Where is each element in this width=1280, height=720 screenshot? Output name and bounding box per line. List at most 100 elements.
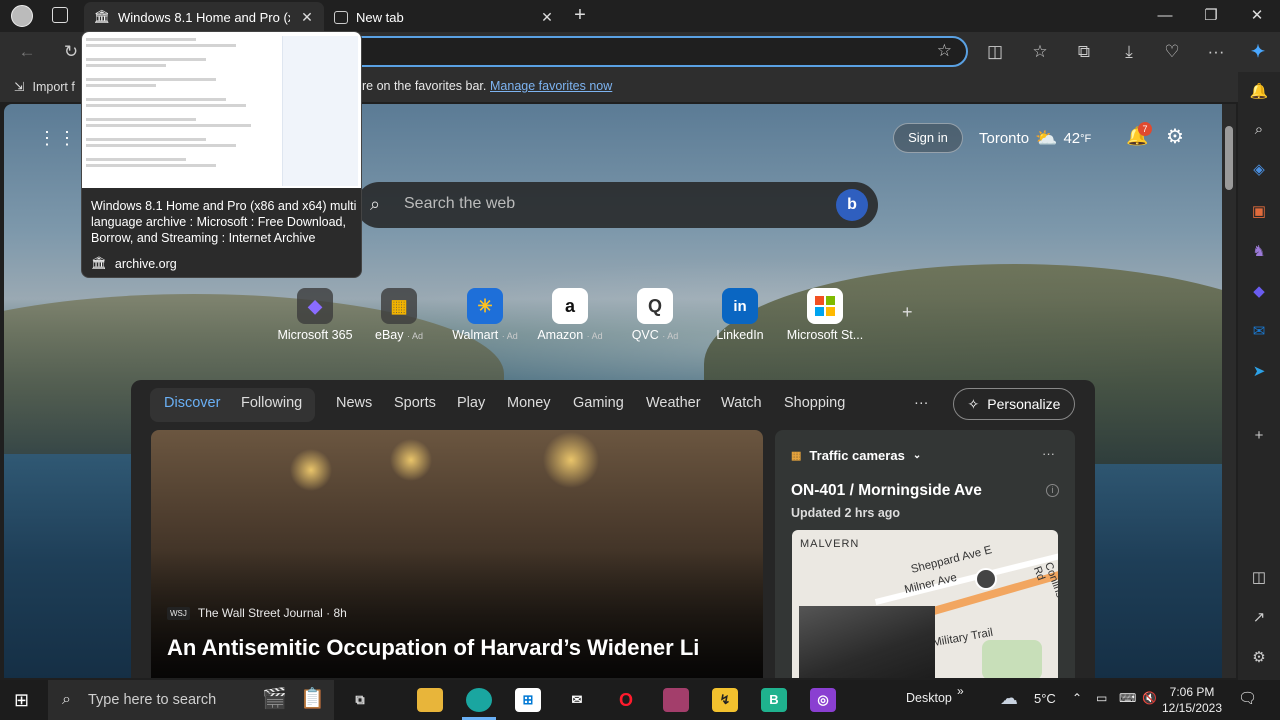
- feed-more-button[interactable]: ···: [914, 395, 929, 411]
- quick-link-microsoft-365[interactable]: ◆ Microsoft 365: [270, 288, 360, 342]
- taskbar-weather-temp[interactable]: 5°C: [1034, 691, 1056, 706]
- cloud-weather-icon[interactable]: ☁: [1000, 688, 1018, 709]
- microsoft-365-icon: ◆: [297, 288, 333, 324]
- camera-marker-icon[interactable]: [975, 568, 997, 590]
- split-screen-icon[interactable]: ◫: [980, 38, 1010, 66]
- copilot-icon[interactable]: ✦: [1243, 38, 1273, 66]
- downloads-icon[interactable]: ⤓: [1114, 38, 1144, 66]
- collections-icon[interactable]: ⧉: [1069, 38, 1099, 66]
- sign-in-button[interactable]: Sign in: [893, 123, 963, 153]
- profile-avatar[interactable]: [11, 5, 33, 27]
- bing-chat-icon[interactable]: b: [836, 189, 868, 221]
- settings-more-icon[interactable]: ···: [1201, 38, 1231, 66]
- file-explorer-icon[interactable]: [417, 688, 443, 712]
- traffic-card-title: Traffic cameras: [809, 448, 905, 463]
- thumbnail-line: [86, 64, 166, 67]
- traffic-camera-card[interactable]: ▦ Traffic cameras ⌄ ··· ON-401 / Morning…: [775, 430, 1075, 678]
- article-headline[interactable]: An Antisemitic Occupation of Harvard’s W…: [167, 635, 699, 661]
- games-icon[interactable]: ♞: [1247, 240, 1271, 264]
- drop-icon[interactable]: ➤: [1247, 360, 1271, 384]
- close-tab-icon[interactable]: ✕: [298, 8, 316, 26]
- quick-link-linkedin[interactable]: in LinkedIn: [695, 288, 785, 342]
- taskbar-search-box[interactable]: ⌕ Type here to search 🎬 📋: [48, 680, 334, 720]
- quick-link-walmart[interactable]: ✳ Walmart · Ad: [440, 288, 530, 342]
- info-icon[interactable]: i: [1046, 484, 1059, 497]
- amazon-icon: a: [552, 288, 588, 324]
- minimize-button[interactable]: —: [1142, 0, 1188, 32]
- tab-shopping[interactable]: Shopping: [784, 395, 845, 411]
- microsoft-365-icon[interactable]: ◆: [1247, 280, 1271, 304]
- quick-link-amazon[interactable]: a Amazon · Ad: [525, 288, 615, 342]
- import-favorites-button[interactable]: ⇲ Import f: [14, 79, 75, 95]
- sidebar-settings-icon[interactable]: ⚙: [1247, 646, 1271, 670]
- tab-sports[interactable]: Sports: [394, 395, 436, 411]
- tab-watch[interactable]: Watch: [721, 395, 762, 411]
- card-more-icon[interactable]: ···: [1042, 446, 1055, 461]
- desktop-toolbar-label[interactable]: Desktop: [906, 691, 952, 705]
- tab-news[interactable]: News: [336, 395, 372, 411]
- page-scrollbar[interactable]: [1222, 104, 1236, 678]
- tab-new-tab[interactable]: New tab ✕: [324, 2, 564, 32]
- taskbar-clock[interactable]: 7:06 PM 12/15/2023: [1160, 684, 1224, 716]
- shopping-tag-icon[interactable]: ◈: [1247, 158, 1271, 182]
- quick-link-ebay[interactable]: ▦ eBay · Ad: [354, 288, 444, 342]
- tab-weather[interactable]: Weather: [646, 395, 701, 411]
- camera-snapshot[interactable]: [799, 606, 935, 678]
- app-icon[interactable]: ◎: [810, 688, 836, 712]
- tab-money[interactable]: Money: [507, 395, 551, 411]
- toolbar-expand-icon[interactable]: »: [957, 684, 964, 698]
- tab-gaming[interactable]: Gaming: [573, 395, 624, 411]
- tab-following[interactable]: Following: [241, 395, 302, 411]
- close-tab-icon[interactable]: ✕: [538, 8, 556, 26]
- mail-icon[interactable]: ✉: [564, 688, 590, 712]
- edge-icon[interactable]: [466, 688, 492, 712]
- edge-sidebar: 🔔 ⌕ ◈ ▣ ♞ ◆ ✉ ➤ + ◫ ↗ ⚙: [1238, 72, 1280, 682]
- notepad-app-icon[interactable]: B: [761, 688, 787, 712]
- add-sidebar-app-icon[interactable]: +: [1247, 424, 1271, 448]
- network-icon[interactable]: ⌨: [1119, 691, 1136, 705]
- search-icon[interactable]: ⌕: [1247, 118, 1271, 142]
- outlook-icon[interactable]: ✉: [1247, 320, 1271, 344]
- tab-discover[interactable]: Discover: [164, 395, 220, 411]
- personalize-button[interactable]: ✧ Personalize: [953, 388, 1075, 420]
- split-view-icon[interactable]: ◫: [1247, 566, 1271, 590]
- tab-archive[interactable]: 🏛 Windows 8.1 Home and Pro (x86 ✕: [84, 2, 324, 32]
- hero-article-card[interactable]: WSJ The Wall Street Journal · 8h An Anti…: [151, 430, 763, 678]
- tools-icon[interactable]: ▣: [1247, 200, 1271, 224]
- tab-play[interactable]: Play: [457, 395, 485, 411]
- preview-domain-text: archive.org: [114, 256, 177, 271]
- task-view-icon[interactable]: ⧉: [347, 688, 373, 712]
- new-tab-button[interactable]: +: [570, 4, 590, 28]
- microsoft-store-icon[interactable]: ⊞: [515, 688, 541, 712]
- device-icon[interactable]: ▭: [1096, 691, 1107, 705]
- traffic-map[interactable]: MALVERN Sheppard Ave E Milner Ave Milita…: [792, 530, 1058, 678]
- back-button[interactable]: ←: [12, 38, 42, 66]
- favorite-star-icon[interactable]: ☆: [937, 41, 952, 61]
- scrollbar-thumb[interactable]: [1225, 126, 1233, 190]
- page-settings-gear-icon[interactable]: ⚙: [1166, 124, 1184, 149]
- quick-link-microsoft-store[interactable]: Microsoft St...: [780, 288, 870, 342]
- quick-link-qvc[interactable]: Q QVC · Ad: [610, 288, 700, 342]
- web-search-box[interactable]: ⌕ Search the web b: [356, 182, 878, 228]
- bell-icon[interactable]: 🔔: [1247, 80, 1271, 104]
- chevron-up-icon[interactable]: ⌃: [1072, 691, 1082, 705]
- app-icon[interactable]: ↯: [712, 688, 738, 712]
- tab-actions-icon[interactable]: [52, 7, 68, 23]
- browser-essentials-icon[interactable]: ♡: [1157, 38, 1187, 66]
- notification-center-icon[interactable]: 🗨: [1238, 689, 1257, 707]
- thumbnail-line: [86, 138, 206, 141]
- volume-muted-icon[interactable]: 🔇: [1142, 691, 1157, 705]
- new-tab-page-icon: [334, 10, 348, 24]
- windows-start-icon[interactable]: ⊞: [14, 690, 29, 711]
- traffic-card-header[interactable]: ▦ Traffic cameras ⌄: [791, 448, 921, 463]
- favorites-icon[interactable]: ☆: [1025, 38, 1055, 66]
- add-quick-link-button[interactable]: +: [902, 302, 913, 323]
- opera-icon[interactable]: O: [613, 688, 639, 712]
- maximize-button[interactable]: ❐: [1188, 0, 1234, 32]
- weather-widget[interactable]: Toronto ⛅ 42 °F: [979, 128, 1091, 149]
- close-window-button[interactable]: ✕: [1234, 0, 1280, 32]
- winrar-icon[interactable]: [663, 688, 689, 712]
- manage-favorites-link[interactable]: Manage favorites now: [490, 79, 612, 93]
- open-external-icon[interactable]: ↗: [1247, 606, 1271, 630]
- thumbnail-line: [86, 78, 216, 81]
